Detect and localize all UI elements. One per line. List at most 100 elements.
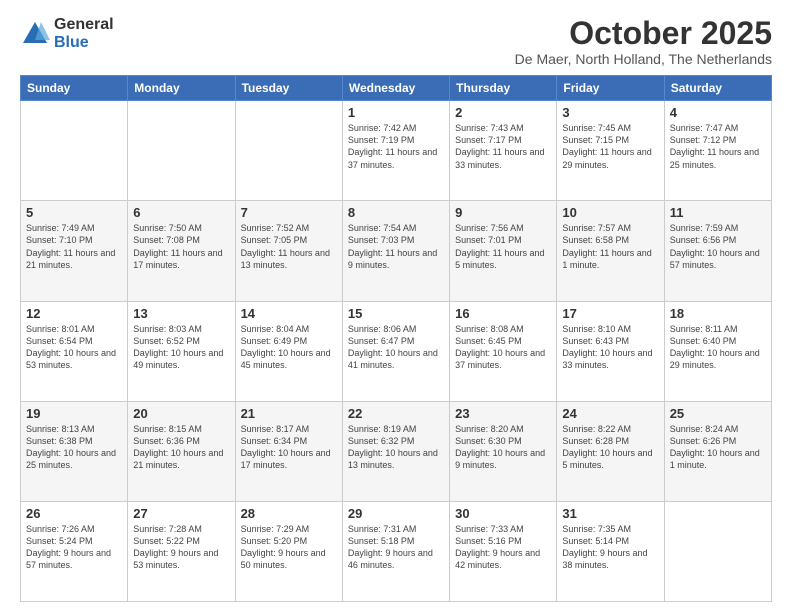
logo-text: General Blue <box>54 16 114 51</box>
col-thursday: Thursday <box>450 76 557 101</box>
day-number: 11 <box>670 205 766 220</box>
table-row: 30Sunrise: 7:33 AM Sunset: 5:16 PM Dayli… <box>450 501 557 601</box>
calendar-table: Sunday Monday Tuesday Wednesday Thursday… <box>20 75 772 602</box>
calendar-week-1: 1 Sunrise: 7:42 AM Sunset: 7:19 PM Daylig… <box>21 101 772 201</box>
day-number: 1 <box>348 105 444 120</box>
table-row: 11 Sunrise: 7:59 AM Sunset: 6:56 PM Dayli… <box>664 201 771 301</box>
table-row: 24Sunrise: 8:22 AM Sunset: 6:28 PM Dayli… <box>557 401 664 501</box>
logo-blue-label: Blue <box>54 34 114 52</box>
table-row: 13Sunrise: 8:03 AM Sunset: 6:52 PM Dayli… <box>128 301 235 401</box>
col-tuesday: Tuesday <box>235 76 342 101</box>
day-number: 25 <box>670 406 766 421</box>
day-number: 22 <box>348 406 444 421</box>
day-info: Sunrise: 7:59 AM Sunset: 6:56 PM Dayligh… <box>670 222 766 271</box>
table-row: 1 Sunrise: 7:42 AM Sunset: 7:19 PM Daylig… <box>342 101 449 201</box>
table-row: 21Sunrise: 8:17 AM Sunset: 6:34 PM Dayli… <box>235 401 342 501</box>
day-number: 23 <box>455 406 551 421</box>
col-saturday: Saturday <box>664 76 771 101</box>
day-number: 31 <box>562 506 658 521</box>
table-row: 14 Sunrise: 8:04 AM Sunset: 6:49 PM Dayli… <box>235 301 342 401</box>
day-info: Sunrise: 8:11 AM Sunset: 6:40 PM Dayligh… <box>670 323 766 372</box>
table-row: 20 Sunrise: 8:15 AM Sunset: 6:36 PM Dayli… <box>128 401 235 501</box>
day-number: 8 <box>348 205 444 220</box>
day-info: Sunrise: 8:17 AM Sunset: 6:34 PM Dayligh… <box>241 423 337 472</box>
day-info: Sunrise: 7:57 AM Sunset: 6:58 PM Dayligh… <box>562 222 658 271</box>
calendar-week-2: 5Sunrise: 7:49 AM Sunset: 7:10 PM Daylig… <box>21 201 772 301</box>
day-number: 3 <box>562 105 658 120</box>
day-info: Sunrise: 7:47 AM Sunset: 7:12 PM Dayligh… <box>670 122 766 171</box>
day-info: Sunrise: 7:54 AM Sunset: 7:03 PM Dayligh… <box>348 222 444 271</box>
title-location: De Maer, North Holland, The Netherlands <box>515 51 772 67</box>
calendar-week-3: 12Sunrise: 8:01 AM Sunset: 6:54 PM Dayli… <box>21 301 772 401</box>
col-sunday: Sunday <box>21 76 128 101</box>
day-info: Sunrise: 8:15 AM Sunset: 6:36 PM Dayligh… <box>133 423 229 472</box>
table-row: 29 Sunrise: 7:31 AM Sunset: 5:18 PM Dayli… <box>342 501 449 601</box>
day-number: 15 <box>348 306 444 321</box>
table-row: 10 Sunrise: 7:57 AM Sunset: 6:58 PM Dayli… <box>557 201 664 301</box>
day-number: 6 <box>133 205 229 220</box>
day-number: 10 <box>562 205 658 220</box>
calendar-week-5: 26 Sunrise: 7:26 AM Sunset: 5:24 PM Dayli… <box>21 501 772 601</box>
table-row <box>664 501 771 601</box>
day-number: 29 <box>348 506 444 521</box>
day-info: Sunrise: 8:22 AM Sunset: 6:28 PM Dayligh… <box>562 423 658 472</box>
table-row: 2 Sunrise: 7:43 AM Sunset: 7:17 PM Daylig… <box>450 101 557 201</box>
table-row: 15 Sunrise: 8:06 AM Sunset: 6:47 PM Dayli… <box>342 301 449 401</box>
day-info: Sunrise: 8:13 AM Sunset: 6:38 PM Dayligh… <box>26 423 122 472</box>
col-friday: Friday <box>557 76 664 101</box>
day-info: Sunrise: 7:33 AM Sunset: 5:16 PM Dayligh… <box>455 523 551 572</box>
table-row: 18 Sunrise: 8:11 AM Sunset: 6:40 PM Dayli… <box>664 301 771 401</box>
day-info: Sunrise: 7:42 AM Sunset: 7:19 PM Dayligh… <box>348 122 444 171</box>
day-info: Sunrise: 8:10 AM Sunset: 6:43 PM Dayligh… <box>562 323 658 372</box>
calendar-header-row: Sunday Monday Tuesday Wednesday Thursday… <box>21 76 772 101</box>
col-monday: Monday <box>128 76 235 101</box>
day-info: Sunrise: 7:31 AM Sunset: 5:18 PM Dayligh… <box>348 523 444 572</box>
day-number: 4 <box>670 105 766 120</box>
day-number: 12 <box>26 306 122 321</box>
day-number: 20 <box>133 406 229 421</box>
table-row <box>235 101 342 201</box>
table-row: 22 Sunrise: 8:19 AM Sunset: 6:32 PM Dayli… <box>342 401 449 501</box>
day-info: Sunrise: 7:49 AM Sunset: 7:10 PM Dayligh… <box>26 222 122 271</box>
day-number: 13 <box>133 306 229 321</box>
table-row: 9 Sunrise: 7:56 AM Sunset: 7:01 PM Daylig… <box>450 201 557 301</box>
day-info: Sunrise: 8:06 AM Sunset: 6:47 PM Dayligh… <box>348 323 444 372</box>
title-block: October 2025 De Maer, North Holland, The… <box>515 16 772 67</box>
table-row: 26 Sunrise: 7:26 AM Sunset: 5:24 PM Dayli… <box>21 501 128 601</box>
day-info: Sunrise: 8:04 AM Sunset: 6:49 PM Dayligh… <box>241 323 337 372</box>
table-row: 16 Sunrise: 8:08 AM Sunset: 6:45 PM Dayli… <box>450 301 557 401</box>
day-info: Sunrise: 7:26 AM Sunset: 5:24 PM Dayligh… <box>26 523 122 572</box>
title-month: October 2025 <box>515 16 772 51</box>
table-row: 6Sunrise: 7:50 AM Sunset: 7:08 PM Daylig… <box>128 201 235 301</box>
table-row: 8 Sunrise: 7:54 AM Sunset: 7:03 PM Daylig… <box>342 201 449 301</box>
day-info: Sunrise: 7:52 AM Sunset: 7:05 PM Dayligh… <box>241 222 337 271</box>
table-row: 17 Sunrise: 8:10 AM Sunset: 6:43 PM Dayli… <box>557 301 664 401</box>
col-wednesday: Wednesday <box>342 76 449 101</box>
day-number: 17 <box>562 306 658 321</box>
day-number: 9 <box>455 205 551 220</box>
logo-icon <box>20 19 50 49</box>
day-info: Sunrise: 8:20 AM Sunset: 6:30 PM Dayligh… <box>455 423 551 472</box>
day-info: Sunrise: 8:19 AM Sunset: 6:32 PM Dayligh… <box>348 423 444 472</box>
day-info: Sunrise: 8:08 AM Sunset: 6:45 PM Dayligh… <box>455 323 551 372</box>
page: General Blue October 2025 De Maer, North… <box>0 0 792 612</box>
day-number: 2 <box>455 105 551 120</box>
day-number: 18 <box>670 306 766 321</box>
day-info: Sunrise: 8:24 AM Sunset: 6:26 PM Dayligh… <box>670 423 766 472</box>
logo: General Blue <box>20 16 114 51</box>
table-row: 4 Sunrise: 7:47 AM Sunset: 7:12 PM Daylig… <box>664 101 771 201</box>
day-info: Sunrise: 7:28 AM Sunset: 5:22 PM Dayligh… <box>133 523 229 572</box>
day-info: Sunrise: 7:35 AM Sunset: 5:14 PM Dayligh… <box>562 523 658 572</box>
day-info: Sunrise: 7:56 AM Sunset: 7:01 PM Dayligh… <box>455 222 551 271</box>
table-row: 23 Sunrise: 8:20 AM Sunset: 6:30 PM Dayli… <box>450 401 557 501</box>
day-number: 14 <box>241 306 337 321</box>
header: General Blue October 2025 De Maer, North… <box>20 16 772 67</box>
day-number: 28 <box>241 506 337 521</box>
logo-general-label: General <box>54 16 114 34</box>
day-info: Sunrise: 7:43 AM Sunset: 7:17 PM Dayligh… <box>455 122 551 171</box>
day-number: 7 <box>241 205 337 220</box>
day-number: 26 <box>26 506 122 521</box>
day-info: Sunrise: 7:29 AM Sunset: 5:20 PM Dayligh… <box>241 523 337 572</box>
calendar-week-4: 19Sunrise: 8:13 AM Sunset: 6:38 PM Dayli… <box>21 401 772 501</box>
day-number: 16 <box>455 306 551 321</box>
